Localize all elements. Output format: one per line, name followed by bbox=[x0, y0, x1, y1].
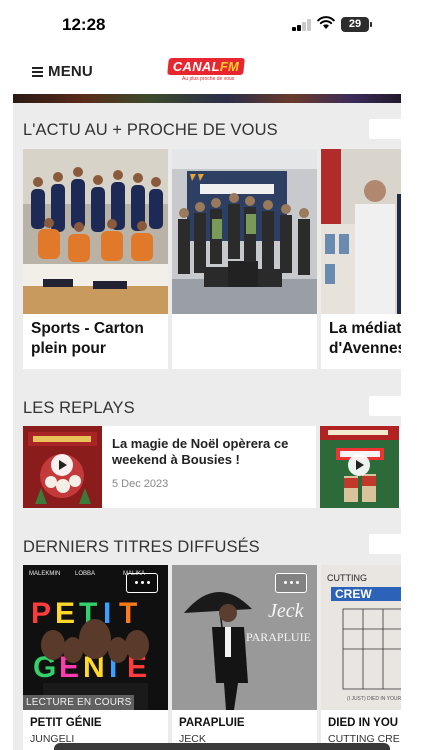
news-image-basketball bbox=[23, 149, 168, 314]
mini-player-bar[interactable] bbox=[54, 743, 390, 750]
main-content: L'ACTU AU + PROCHE DE VOUS Sports - Cart… bbox=[13, 103, 401, 750]
svg-text:P: P bbox=[31, 597, 51, 630]
more-options-icon[interactable] bbox=[126, 573, 158, 593]
section-title-news: L'ACTU AU + PROCHE DE VOUS bbox=[23, 121, 278, 139]
svg-text:CREW: CREW bbox=[335, 587, 372, 601]
logo-text-accent: FM bbox=[219, 59, 240, 74]
track-card[interactable]: PE TI T GÉ NI E MALEKMIN LOBBA MALIKA LE… bbox=[23, 565, 168, 750]
news-carousel[interactable]: Sports - Carton plein pour Aulnoye Baske… bbox=[23, 149, 401, 369]
track-card[interactable]: CUTTING CREW (I JUST) DIED IN YOUR ARMS … bbox=[321, 565, 401, 750]
news-card-title: La médiat d'Avennes bbox=[329, 320, 401, 357]
svg-text:(I JUST) DIED IN YOUR ARMS: (I JUST) DIED IN YOUR ARMS bbox=[347, 696, 401, 702]
news-card[interactable] bbox=[172, 149, 317, 369]
play-icon[interactable] bbox=[348, 454, 370, 476]
svg-text:CUTTING: CUTTING bbox=[327, 573, 367, 583]
replay-card[interactable]: La magie de Noël opèrera ce weekend à Bo… bbox=[23, 426, 316, 508]
album-cover-died-in-your-arms: CUTTING CREW (I JUST) DIED IN YOUR ARMS bbox=[321, 565, 401, 710]
more-options-icon[interactable] bbox=[275, 573, 307, 593]
app-header: MENU CANALFM Au plus proche de vous bbox=[0, 48, 422, 94]
logo-tagline: Au plus proche de vous bbox=[182, 76, 235, 82]
tracks-carousel[interactable]: PE TI T GÉ NI E MALEKMIN LOBBA MALIKA LE… bbox=[23, 565, 401, 750]
menu-button[interactable]: MENU bbox=[32, 63, 93, 80]
news-see-all-button[interactable] bbox=[369, 119, 401, 139]
hero-banner-strip bbox=[13, 94, 401, 103]
news-image-cycling-team bbox=[172, 149, 317, 314]
svg-text:MALEKMIN: MALEKMIN bbox=[29, 571, 60, 577]
news-card-title bbox=[180, 319, 311, 361]
battery-icon: 29 bbox=[341, 17, 372, 32]
status-time: 12:28 bbox=[62, 15, 106, 34]
svg-text:T: T bbox=[119, 597, 137, 630]
status-bar: 12:28 29 bbox=[0, 0, 422, 48]
track-title: PARAPLUIE bbox=[179, 717, 245, 729]
wifi-icon bbox=[317, 16, 335, 29]
track-cover: PE TI T GÉ NI E MALEKMIN LOBBA MALIKA LE… bbox=[23, 565, 168, 710]
track-title: DIED IN YOU bbox=[328, 717, 399, 729]
play-icon[interactable] bbox=[51, 454, 73, 476]
svg-text:E: E bbox=[55, 597, 75, 630]
svg-text:PARAPLUIE: PARAPLUIE bbox=[246, 630, 311, 644]
replays-carousel[interactable]: La magie de Noël opèrera ce weekend à Bo… bbox=[23, 426, 401, 508]
canal-fm-logo[interactable]: CANALFM Au plus proche de vous bbox=[167, 58, 245, 84]
track-cover: PARAPLUIE Jeck bbox=[172, 565, 317, 710]
tracks-see-all-button[interactable] bbox=[369, 534, 401, 554]
replay-card[interactable] bbox=[320, 426, 401, 508]
track-title: PETIT GÉNIE bbox=[30, 717, 102, 729]
battery-level: 29 bbox=[348, 18, 362, 30]
menu-label: MENU bbox=[48, 63, 93, 80]
hamburger-icon bbox=[32, 66, 43, 77]
news-card[interactable]: Sports - Carton plein pour Aulnoye Baske… bbox=[23, 149, 168, 369]
section-title-replays: LES REPLAYS bbox=[23, 399, 135, 417]
svg-text:LOBBA: LOBBA bbox=[75, 571, 95, 577]
track-card[interactable]: PARAPLUIE Jeck PARAPLUIE JECK bbox=[172, 565, 317, 750]
replays-see-all-button[interactable] bbox=[369, 396, 401, 416]
cellular-signal-icon bbox=[292, 19, 312, 31]
replay-date: 5 Dec 2023 bbox=[112, 478, 169, 490]
track-cover: CUTTING CREW (I JUST) DIED IN YOUR ARMS bbox=[321, 565, 401, 710]
logo-text-main: CANAL bbox=[172, 59, 220, 74]
news-image-media-library bbox=[321, 149, 401, 314]
news-card-title: Sports - Carton plein pour Aulnoye Baske… bbox=[31, 320, 147, 361]
replay-title: La magie de Noël opèrera ce weekend à Bo… bbox=[112, 436, 289, 467]
news-card[interactable]: La médiat d'Avennes bbox=[321, 149, 401, 369]
section-title-tracks: DERNIERS TITRES DIFFUSÉS bbox=[23, 538, 260, 556]
svg-text:Jeck: Jeck bbox=[268, 600, 305, 622]
now-playing-badge: LECTURE EN COURS bbox=[23, 695, 135, 710]
